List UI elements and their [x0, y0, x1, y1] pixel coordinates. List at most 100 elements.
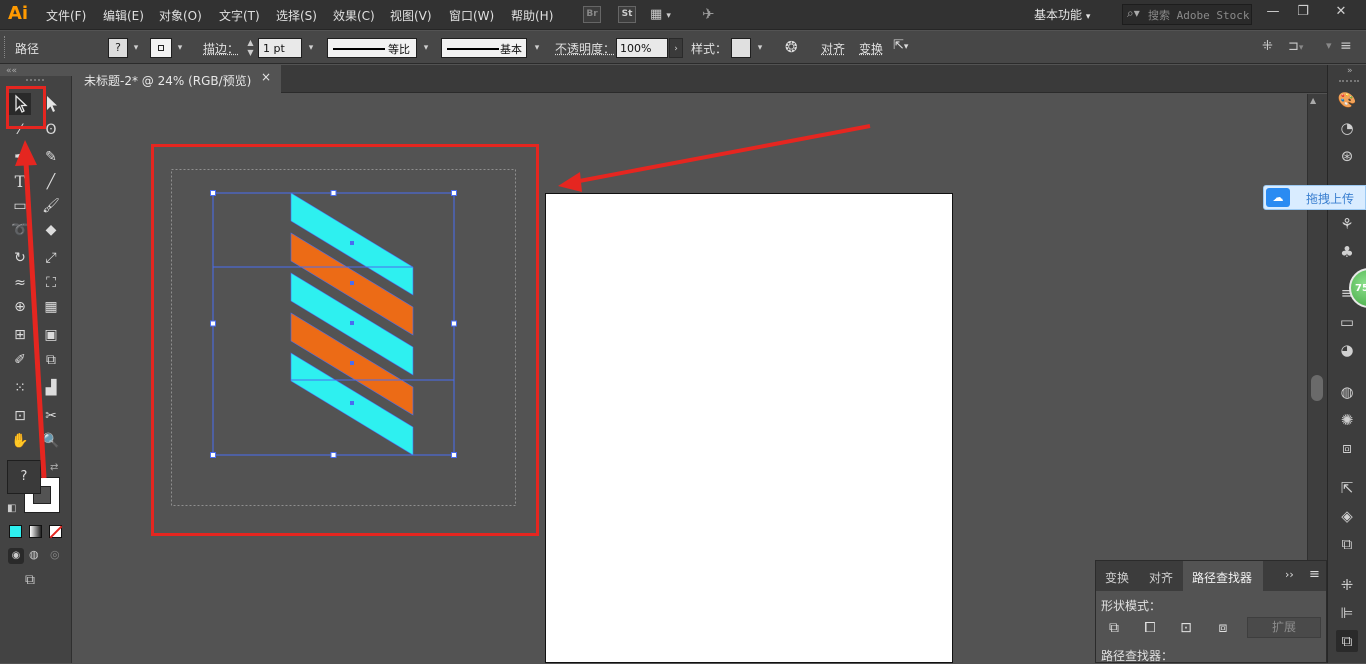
graphic-style-swatch[interactable] — [731, 38, 751, 58]
toolbox-grip[interactable] — [26, 79, 44, 81]
stock-button[interactable]: St — [618, 6, 636, 23]
stroke-swatch[interactable] — [150, 38, 172, 58]
artboard-tool-icon[interactable]: ⊡ — [9, 405, 31, 427]
zoom-tool-icon[interactable]: 🔍 — [40, 430, 62, 452]
layers-icon[interactable]: ◈ — [1336, 505, 1358, 527]
rectangle-tool-icon[interactable]: ▭ — [9, 195, 31, 217]
asset-export-icon[interactable]: ⧈ — [1336, 437, 1358, 459]
align-options-icon[interactable]: ⁜ — [1262, 39, 1273, 54]
rotate-tool-icon[interactable]: ↻ — [9, 247, 31, 269]
opacity-label[interactable]: 不透明度： — [555, 40, 615, 57]
workspace-switcher[interactable]: 基本功能 ▾ — [1034, 6, 1090, 23]
variable-width-profile[interactable]: 等比 — [327, 38, 417, 58]
gpu-performance-icon[interactable]: ✈ — [702, 5, 715, 23]
toolbox-collapse-icon[interactable]: «« — [6, 66, 17, 76]
eyedropper-tool-icon[interactable]: ✐ — [9, 349, 31, 371]
perspective-grid-tool-icon[interactable]: ▦ — [40, 296, 62, 318]
opacity-input[interactable]: 100% — [616, 38, 668, 58]
tab-transform[interactable]: 变换 — [1097, 561, 1139, 591]
screen-mode-icon[interactable]: ⧉ — [25, 572, 35, 588]
menu-help[interactable]: 帮助(H) — [511, 7, 553, 24]
brush-dropdown-icon[interactable]: ▾ — [530, 38, 544, 58]
vertical-scrollbar-thumb[interactable] — [1311, 375, 1323, 401]
align-panel-icon[interactable]: ⊫ — [1336, 602, 1358, 624]
color-guide-icon[interactable]: ◔ — [1336, 117, 1358, 139]
profile-dropdown-icon[interactable]: ▾ — [419, 38, 433, 58]
restore-button[interactable]: ❐ — [1288, 2, 1318, 24]
control-bar-grip[interactable] — [4, 36, 7, 58]
fill-dropdown-icon[interactable]: ▾ — [129, 38, 143, 58]
mesh-tool-icon[interactable]: ⊞ — [9, 324, 31, 346]
symbols-icon[interactable]: ♣ — [1336, 241, 1358, 263]
color-mode-icon[interactable] — [9, 525, 22, 538]
color-panel-icon[interactable]: 🎨 — [1336, 89, 1358, 111]
exclude-icon[interactable]: ⧈ — [1214, 619, 1232, 637]
shape-builder-tool-icon[interactable]: ⊕ — [9, 296, 31, 318]
swap-fill-stroke-icon[interactable]: ⇄ — [50, 462, 58, 473]
graphic-styles-icon[interactable]: ✺ — [1336, 409, 1358, 431]
artboards-icon[interactable]: ⧉ — [1336, 533, 1358, 555]
slice-tool-icon[interactable]: ✂ — [40, 405, 62, 427]
pathfinder-menu-icon[interactable]: ≡ — [1309, 567, 1320, 582]
symbol-sprayer-tool-icon[interactable]: ⁙ — [9, 377, 31, 399]
menu-effect[interactable]: 效果(C) — [333, 7, 375, 24]
draw-normal-icon[interactable]: ◉ — [8, 548, 24, 564]
fill-swatch[interactable]: ? — [108, 38, 128, 58]
menu-select[interactable]: 选择(S) — [276, 7, 317, 24]
tab-pathfinder[interactable]: 路径查找器 — [1183, 561, 1263, 591]
default-fill-stroke-icon[interactable]: ◧ — [7, 503, 16, 514]
brush-definition[interactable]: 基本 — [441, 38, 527, 58]
draw-behind-icon[interactable]: ◍ — [29, 548, 39, 561]
paintbrush-tool-icon[interactable]: 🖌 — [40, 195, 62, 217]
width-tool-icon[interactable]: ≈ — [9, 272, 31, 294]
hand-tool-icon[interactable]: ✋ — [9, 430, 31, 452]
menu-file[interactable]: 文件(F) — [46, 7, 86, 24]
gradient-panel-icon[interactable]: ▭ — [1336, 311, 1358, 333]
gradient-tool-icon[interactable]: ▣ — [40, 324, 62, 346]
align-link[interactable]: 对齐 — [821, 40, 845, 57]
curvature-tool-icon[interactable]: ✎ — [40, 146, 62, 168]
distribute-icon[interactable]: ⊐▾ — [1288, 39, 1303, 54]
menu-type[interactable]: 文字(T) — [219, 7, 260, 24]
recolor-artwork-icon[interactable]: ❂ — [785, 38, 798, 56]
intersect-icon[interactable]: ⊡ — [1177, 619, 1195, 637]
opacity-expand-icon[interactable]: › — [669, 38, 683, 58]
stroke-weight-input[interactable]: 1 pt — [258, 38, 302, 58]
menu-window[interactable]: 窗口(W) — [449, 7, 494, 24]
menu-view[interactable]: 视图(V) — [390, 7, 432, 24]
panel-menu-icon[interactable]: ≡ — [1340, 38, 1352, 54]
bridge-button[interactable]: Br — [583, 6, 601, 23]
transform-panel-icon[interactable]: ⁜ — [1336, 574, 1358, 596]
stroke-label[interactable]: 描边： — [203, 40, 239, 57]
document-tab[interactable]: 未标题-2* @ 24% (RGB/预览) — [75, 65, 281, 93]
export-icon[interactable]: ⇱ — [1336, 477, 1358, 499]
expand-button[interactable]: 扩展 — [1247, 617, 1321, 638]
stroke-weight-stepper[interactable]: ▲ ▼ — [244, 38, 257, 58]
line-segment-tool-icon[interactable]: ╱ — [40, 171, 62, 193]
free-transform-tool-icon[interactable]: ⛶ — [40, 272, 62, 294]
menu-edit[interactable]: 编辑(E) — [103, 7, 144, 24]
pathfinder-panel-icon[interactable]: ⧉ — [1336, 630, 1358, 652]
menu-object[interactable]: 对象(O) — [159, 7, 202, 24]
dock-grip[interactable] — [1339, 80, 1359, 82]
isolate-selected-icon[interactable]: ⇱▾ — [893, 38, 908, 53]
brushes-icon[interactable]: ⚘ — [1336, 213, 1358, 235]
style-dropdown-icon[interactable]: ▾ — [753, 38, 767, 58]
arrange-documents-icon[interactable]: ▦ ▾ — [650, 7, 671, 22]
none-mode-icon[interactable] — [49, 525, 63, 539]
pen-tool-icon[interactable]: ✒ — [9, 146, 31, 168]
eraser-tool-icon[interactable]: ◆ — [40, 219, 62, 241]
minimize-button[interactable]: — — [1258, 2, 1288, 24]
close-tab-icon[interactable]: × — [261, 70, 271, 84]
minus-front-icon[interactable]: ⧠ — [1141, 619, 1159, 637]
scale-tool-icon[interactable]: ⤢ — [40, 247, 62, 269]
draw-inside-icon[interactable]: ◎ — [50, 548, 60, 561]
transform-link[interactable]: 变换 — [859, 40, 883, 57]
unite-icon[interactable]: ⧉ — [1105, 619, 1123, 637]
stroke-dropdown-icon[interactable]: ▾ — [173, 38, 187, 58]
swatches-icon[interactable]: ⊛ — [1336, 145, 1358, 167]
artboard[interactable] — [545, 193, 953, 663]
appearance-panel-icon[interactable]: ◍ — [1336, 381, 1358, 403]
stroke-weight-dropdown-icon[interactable]: ▾ — [304, 38, 318, 58]
panel-collapse-icon[interactable]: ›› — [1285, 568, 1294, 581]
